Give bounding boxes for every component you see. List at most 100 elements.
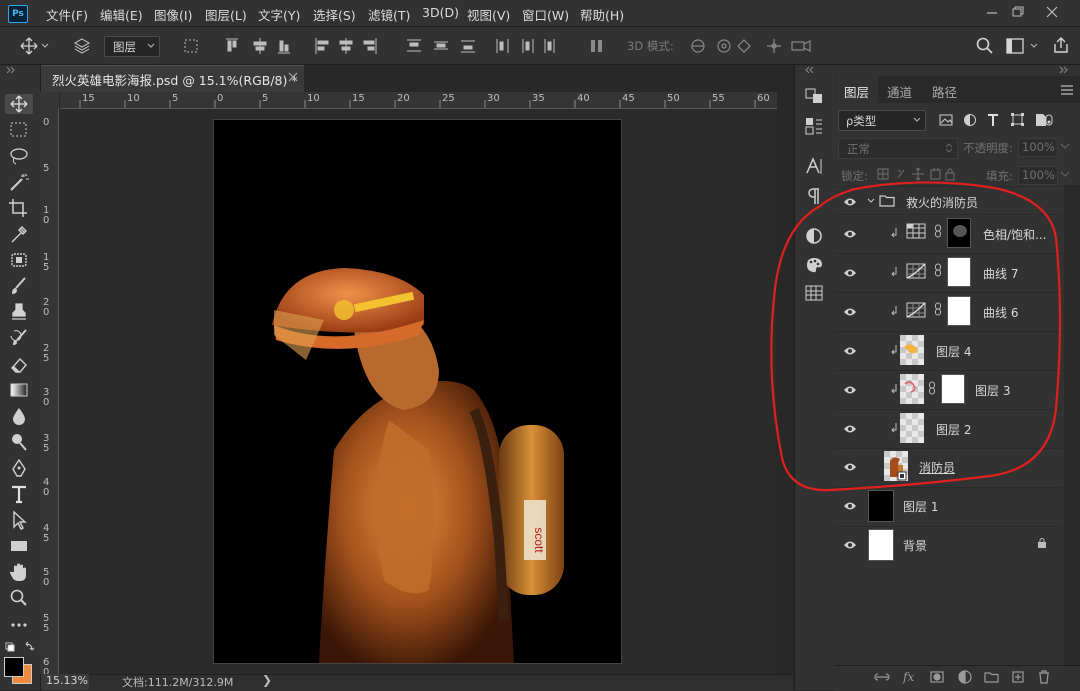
minimize-icon[interactable] (984, 4, 1000, 20)
eyedropper-tool-icon[interactable] (8, 224, 30, 244)
ruler-label: 0 (217, 93, 224, 104)
auto-select-dropdown[interactable]: 图层 (104, 36, 160, 57)
ruler-label: 5 (262, 93, 269, 104)
opacity-field[interactable]: 100% (1018, 138, 1058, 157)
ruler-label: 30 (487, 93, 500, 104)
blur-tool-icon[interactable] (8, 406, 30, 426)
brush-tool-icon[interactable] (8, 276, 30, 296)
share-icon[interactable] (1051, 35, 1071, 55)
healing-brush-tool-icon[interactable] (8, 250, 30, 270)
eraser-tool-icon[interactable] (8, 354, 30, 374)
menu-3d[interactable]: 3D(D) (422, 5, 459, 20)
ruler-label: 1 0 (43, 205, 50, 226)
tab-channels[interactable]: 通道 (887, 82, 912, 101)
horizontal-ruler: 15 10 5 0 5 10 15 20 25 30 35 40 45 50 5… (60, 92, 777, 109)
auto-select-icon[interactable] (73, 37, 91, 55)
more-tools-icon[interactable] (8, 614, 30, 634)
blend-mode-value: 正常 (847, 142, 870, 156)
chevron-down-icon[interactable] (1060, 170, 1070, 178)
document-canvas[interactable]: scott (213, 119, 622, 664)
3d-mode-icons[interactable] (688, 36, 816, 56)
menu-window[interactable]: 窗口(W) (522, 5, 569, 24)
collapse-arrows-icon[interactable] (1058, 66, 1074, 73)
rectangle-tool-icon[interactable] (8, 536, 30, 556)
panel-menu-icon[interactable] (1060, 84, 1074, 96)
menu-image[interactable]: 图像(I) (154, 5, 192, 24)
distribute-icons[interactable] (405, 37, 555, 55)
magic-wand-tool-icon[interactable] (8, 172, 30, 192)
blend-mode-dropdown[interactable]: 正常 (838, 138, 958, 159)
menu-type[interactable]: 文字(Y) (258, 5, 300, 24)
ruler-label: 25 (442, 93, 455, 104)
move-tool-options-icon[interactable] (20, 37, 50, 55)
lasso-tool-icon[interactable] (8, 146, 30, 166)
ruler-label: 3 5 (43, 433, 50, 454)
foreground-color-swatch[interactable] (4, 657, 24, 677)
ruler-label: 2 0 (43, 297, 50, 318)
ruler-label: 4 5 (43, 523, 50, 544)
ruler-label: 2 5 (43, 343, 50, 364)
clone-stamp-tool-icon[interactable] (8, 302, 30, 322)
properties-panel-icon[interactable] (803, 116, 825, 136)
type-tool-icon[interactable] (8, 484, 30, 504)
menu-help[interactable]: 帮助(H) (580, 5, 624, 24)
zoom-level-value: 15.13% (46, 674, 88, 687)
search-icon[interactable] (975, 36, 995, 56)
menu-edit[interactable]: 编辑(E) (100, 5, 143, 24)
tab-layers[interactable]: 图层 (844, 82, 869, 101)
tab-paths[interactable]: 路径 (932, 82, 957, 101)
transform-controls-icon[interactable] (182, 37, 200, 55)
red-annotation-outline (770, 181, 1062, 492)
opacity-value: 100% (1022, 140, 1055, 154)
collapse-arrows-icon[interactable] (5, 66, 35, 73)
zoom-tool-icon[interactable] (8, 588, 30, 608)
visibility-eye-icon[interactable] (843, 540, 857, 550)
marquee-tool-icon[interactable] (8, 120, 30, 140)
layer-footer-icons[interactable]: fx (873, 668, 1058, 686)
chevron-updown-icon (945, 143, 953, 153)
menu-file[interactable]: 文件(F) (46, 5, 88, 24)
swap-colors-icon[interactable] (4, 641, 36, 655)
workspace-icon[interactable] (1005, 36, 1045, 56)
history-brush-tool-icon[interactable] (8, 328, 30, 348)
menu-select[interactable]: 选择(S) (313, 5, 356, 24)
close-tab-icon[interactable] (288, 72, 298, 82)
gradient-tool-icon[interactable] (8, 380, 30, 400)
layer-filter-icons[interactable] (938, 111, 1056, 129)
ruler-label: 0 (43, 117, 50, 128)
menu-layer[interactable]: 图层(L) (205, 5, 247, 24)
chevron-down-icon[interactable] (1060, 142, 1070, 150)
menu-filter[interactable]: 滤镜(T) (368, 5, 410, 24)
ruler-label: 3 0 (43, 387, 50, 408)
layer-filter-dropdown[interactable]: ρ类型 (838, 110, 926, 131)
history-panel-icon[interactable] (803, 86, 825, 106)
lock-icon (1038, 538, 1046, 548)
crop-tool-icon[interactable] (8, 198, 30, 218)
layers-scrollbar[interactable] (1064, 185, 1080, 665)
ruler-label: 60 (757, 93, 770, 104)
move-tool-icon[interactable] (5, 94, 33, 114)
dodge-tool-icon[interactable] (8, 432, 30, 452)
auto-align-icon[interactable] (588, 37, 606, 55)
ruler-label: 1 5 (43, 252, 50, 273)
collapse-arrows-icon[interactable] (804, 66, 824, 73)
align-icons[interactable] (222, 37, 382, 55)
visibility-eye-icon[interactable] (843, 501, 857, 511)
ruler-label: 6 0 (43, 657, 50, 675)
ruler-label: 4 0 (43, 477, 50, 498)
path-selection-tool-icon[interactable] (8, 510, 30, 530)
ruler-label: 5 (172, 93, 179, 104)
ruler-label: 10 (127, 93, 140, 104)
status-menu-arrow[interactable]: ❯ (262, 673, 272, 687)
pen-tool-icon[interactable] (8, 458, 30, 478)
svg-text:fx: fx (902, 670, 914, 684)
menu-view[interactable]: 视图(V) (467, 5, 510, 24)
opacity-label: 不透明度: (963, 141, 1013, 155)
hand-tool-icon[interactable] (8, 562, 30, 582)
vertical-ruler: 0 5 1 0 1 5 2 0 2 5 3 0 3 5 4 0 4 5 5 0 … (40, 108, 59, 674)
character-panel-icon[interactable] (803, 156, 825, 176)
restore-icon[interactable] (1010, 4, 1026, 20)
ruler-label: 40 (577, 93, 590, 104)
layer-name: 图层 1 (903, 500, 939, 514)
close-window-icon[interactable] (1044, 4, 1060, 20)
